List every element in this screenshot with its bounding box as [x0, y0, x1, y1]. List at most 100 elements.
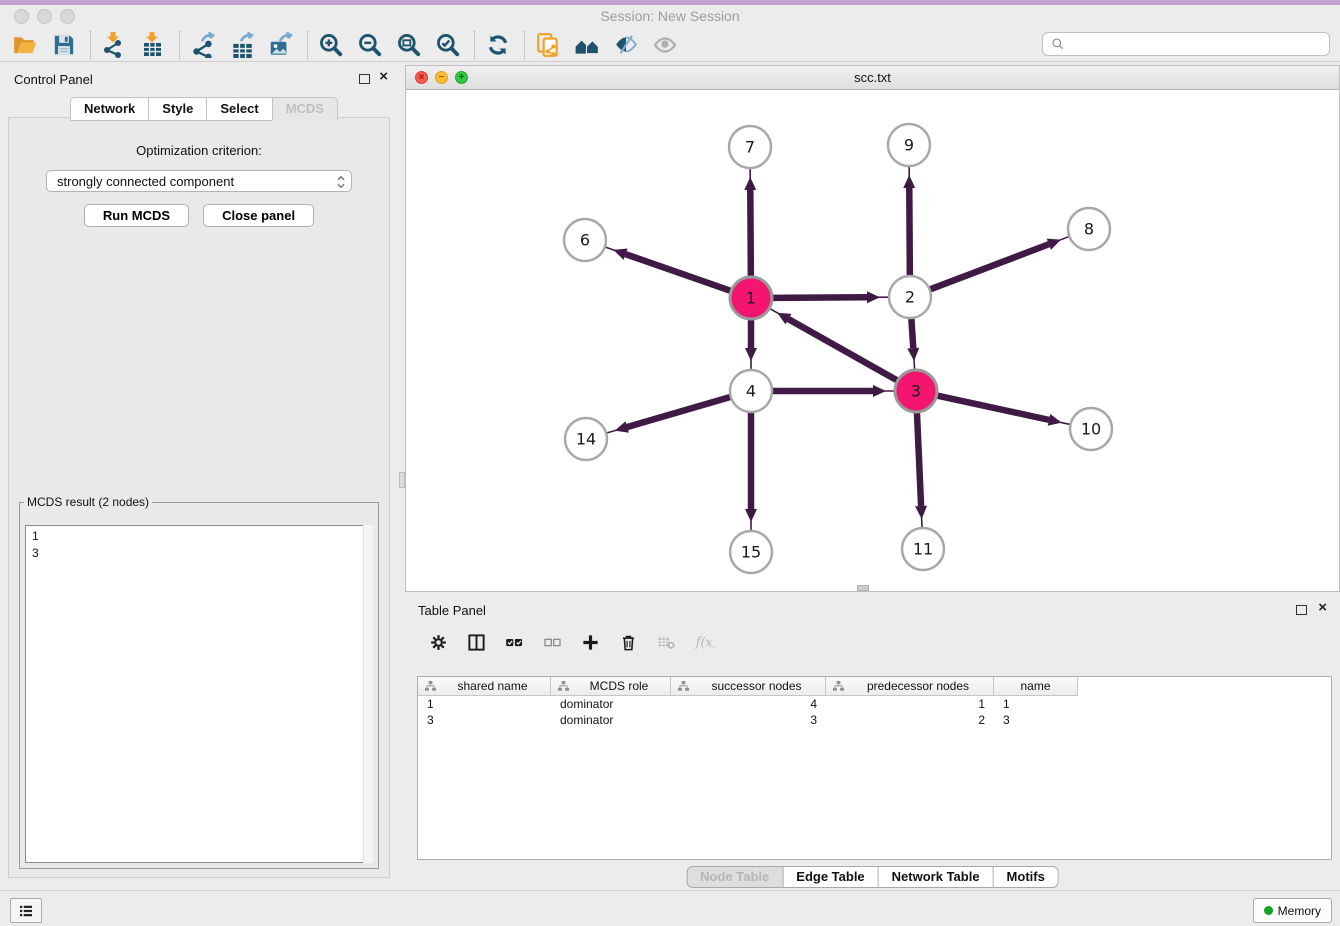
- table-panel: Table Panel × f(x) shared nameMCDS roles…: [405, 595, 1340, 890]
- table-cell[interactable]: 1: [826, 697, 994, 711]
- zoom-in-icon: [318, 32, 344, 58]
- tab-style[interactable]: Style: [148, 97, 206, 121]
- eye-disabled-icon: [652, 32, 678, 58]
- main-toolbar: [0, 28, 1340, 62]
- close-table-panel-icon[interactable]: ×: [1318, 601, 1327, 615]
- tab-select[interactable]: Select: [206, 97, 271, 121]
- float-panel-icon[interactable]: [359, 74, 370, 84]
- home-icon: [574, 32, 600, 58]
- table-cell[interactable]: 4: [671, 697, 826, 711]
- table-cell[interactable]: 3: [671, 713, 826, 727]
- table-cell[interactable]: 1: [418, 697, 551, 711]
- mcds-result-legend: MCDS result (2 nodes): [24, 495, 152, 509]
- search-input[interactable]: [1070, 34, 1329, 54]
- column-header-MCDS-role[interactable]: MCDS role: [551, 677, 671, 696]
- deselect-all-button[interactable]: [543, 633, 562, 652]
- mcds-result-textarea[interactable]: 1 3: [25, 525, 373, 863]
- close-network-icon[interactable]: ×: [415, 71, 428, 84]
- control-panel-tabs: NetworkStyleSelectMCDS: [70, 97, 338, 121]
- search-box[interactable]: [1042, 32, 1330, 56]
- tab-node-table[interactable]: Node Table: [686, 866, 783, 888]
- table-cell[interactable]: 2: [826, 713, 994, 727]
- export-image-button[interactable]: [266, 30, 296, 60]
- home-button[interactable]: [572, 30, 602, 60]
- table-header-row: shared nameMCDS rolesuccessor nodesprede…: [418, 677, 1331, 696]
- criterion-dropdown[interactable]: strongly connected component: [46, 170, 352, 192]
- show-panels-button[interactable]: [10, 898, 42, 923]
- network-view-window: × − + scc.txt 7968124314101511: [405, 65, 1340, 592]
- clone-network-button[interactable]: [533, 30, 563, 60]
- table-row[interactable]: 3dominator323: [418, 712, 1331, 728]
- zoom-out-button[interactable]: [355, 30, 385, 60]
- table-cell[interactable]: dominator: [551, 713, 671, 727]
- result-scrollbar[interactable]: [363, 525, 373, 863]
- split-view-icon: [467, 633, 486, 652]
- column-header-predecessor-nodes[interactable]: predecessor nodes: [826, 677, 994, 696]
- split-view-button[interactable]: [467, 633, 486, 652]
- svg-text:f(x): f(x): [695, 634, 714, 649]
- zoom-in-button[interactable]: [316, 30, 346, 60]
- save-session-button[interactable]: [49, 30, 79, 60]
- toolbar-separator: [179, 31, 180, 59]
- close-panel-icon[interactable]: ×: [379, 70, 388, 84]
- run-mcds-button[interactable]: Run MCDS: [84, 204, 189, 227]
- zoom-network-icon[interactable]: +: [455, 71, 468, 84]
- gear-button[interactable]: [429, 633, 448, 652]
- panel-splitter[interactable]: [398, 62, 405, 890]
- window-title: Session: New Session: [0, 5, 1340, 27]
- zoom-selected-button[interactable]: [433, 30, 463, 60]
- graph-node-label: 10: [1081, 420, 1101, 439]
- import-table-button[interactable]: [138, 30, 168, 60]
- canvas-resize-handle[interactable]: [857, 585, 869, 591]
- graph-node-label: 11: [913, 540, 933, 559]
- export-network-button[interactable]: [188, 30, 218, 60]
- export-image-icon: [268, 32, 294, 58]
- clone-network-icon: [535, 32, 561, 58]
- tab-network[interactable]: Network: [70, 97, 148, 121]
- column-header-name[interactable]: name: [994, 677, 1078, 696]
- select-all-button[interactable]: [505, 633, 524, 652]
- memory-status-icon: [1264, 906, 1273, 915]
- network-window-titlebar[interactable]: × − + scc.txt: [406, 66, 1339, 90]
- import-network-button[interactable]: [99, 30, 129, 60]
- export-table-button[interactable]: [227, 30, 257, 60]
- column-header-successor-nodes[interactable]: successor nodes: [671, 677, 826, 696]
- tab-network-table[interactable]: Network Table: [879, 866, 994, 888]
- app-window: Session: New Session Control Panel × Net…: [0, 0, 1340, 926]
- export-table-icon: [229, 32, 255, 58]
- memory-button[interactable]: Memory: [1253, 898, 1332, 923]
- column-header-shared-name[interactable]: shared name: [418, 677, 551, 696]
- tree-icon: [424, 680, 437, 693]
- zoom-fit-button[interactable]: [394, 30, 424, 60]
- graph-node-label: 7: [745, 138, 755, 157]
- network-graph[interactable]: 7968124314101511: [406, 90, 1339, 591]
- tab-motifs[interactable]: Motifs: [994, 866, 1059, 888]
- table-cell[interactable]: dominator: [551, 697, 671, 711]
- delete-column-button[interactable]: [619, 633, 638, 652]
- close-panel-button[interactable]: Close panel: [203, 204, 314, 227]
- graph-node-label: 6: [580, 231, 590, 250]
- table-cell[interactable]: 3: [418, 713, 551, 727]
- toggle-visibility-button[interactable]: [611, 30, 641, 60]
- add-column-button[interactable]: [581, 633, 600, 652]
- graph-node-label: 4: [746, 382, 756, 401]
- table-panel-title: Table Panel: [418, 603, 486, 618]
- table-row[interactable]: 1dominator411: [418, 696, 1331, 712]
- table-cell[interactable]: 1: [994, 697, 1078, 711]
- graph-node-label: 1: [746, 289, 756, 308]
- refresh-button[interactable]: [483, 30, 513, 60]
- eye-disabled-button: [650, 30, 680, 60]
- status-bar: Memory: [0, 890, 1340, 926]
- delete-table-icon: [657, 633, 676, 652]
- select-all-icon: [505, 633, 524, 652]
- tab-mcds[interactable]: MCDS: [272, 97, 338, 121]
- open-session-button[interactable]: [10, 30, 40, 60]
- network-canvas[interactable]: 7968124314101511: [406, 90, 1339, 591]
- table-toolbar: f(x): [429, 633, 714, 652]
- minimize-network-icon[interactable]: −: [435, 71, 448, 84]
- function-builder-icon: f(x): [695, 633, 714, 652]
- tab-edge-table[interactable]: Edge Table: [783, 866, 878, 888]
- refresh-icon: [485, 32, 511, 58]
- float-table-panel-icon[interactable]: [1296, 605, 1307, 615]
- table-cell[interactable]: 3: [994, 713, 1078, 727]
